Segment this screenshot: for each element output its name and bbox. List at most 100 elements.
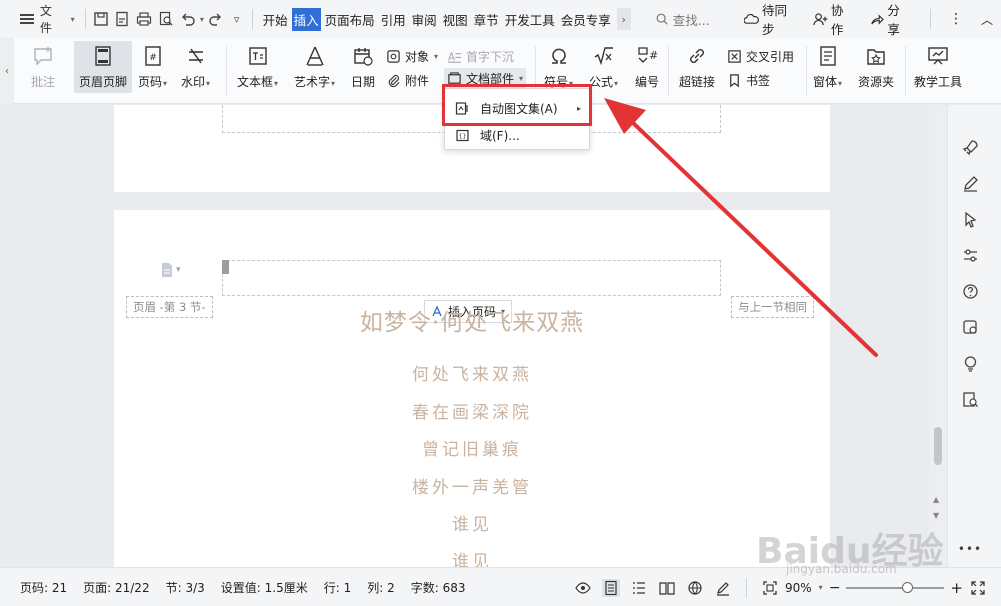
export-pdf-icon[interactable] (112, 6, 134, 32)
divider (226, 46, 227, 96)
attachment-button[interactable]: 附件 (386, 70, 429, 90)
status-setting[interactable]: 设置值: 1.5厘米 (221, 579, 308, 596)
zoom-dropdown-icon[interactable]: ▾ (819, 583, 823, 592)
document-canvas[interactable]: ▾ 页眉 -第 3 节- 插入页码 ▾ 与上一节相同 如梦令·何处飞来双燕 何处… (0, 105, 947, 567)
search-icon (656, 13, 668, 25)
zoom-out-icon[interactable]: − (829, 580, 841, 596)
comment-button[interactable]: 批注 (30, 43, 56, 90)
tab-view[interactable]: 视图 (441, 8, 470, 31)
ribbon-scroll-left-icon[interactable]: ‹ (0, 38, 14, 104)
drop-cap-label: 首字下沉 (466, 49, 515, 64)
fit-page-icon[interactable] (761, 579, 779, 597)
pointer-icon[interactable] (960, 209, 980, 229)
scroll-up-icon[interactable]: ▲ (933, 495, 939, 504)
form-icon (819, 46, 836, 66)
share-button[interactable]: 分享 (870, 0, 913, 38)
resources-button[interactable]: 资源夹 (858, 43, 894, 90)
status-pages[interactable]: 页面: 21/22 (83, 579, 149, 596)
divider (930, 9, 931, 29)
hamburger-icon (20, 14, 34, 24)
status-row[interactable]: 行: 1 (324, 579, 352, 596)
numbering-icon: # (638, 47, 658, 63)
redo-icon[interactable] (204, 6, 226, 32)
zoom-in-icon[interactable]: + (950, 579, 963, 597)
status-section[interactable]: 节: 3/3 (166, 579, 205, 596)
paperclip-icon (388, 74, 400, 87)
tab-references[interactable]: 引用 (379, 8, 408, 31)
sliders-icon[interactable] (960, 245, 980, 265)
doc-options-icon[interactable]: ▾ (160, 262, 181, 278)
page-number-icon: # (144, 46, 161, 66)
sync-label: 待同步 (761, 3, 787, 37)
comment-label: 批注 (30, 75, 55, 89)
doc-review-icon[interactable] (960, 389, 980, 409)
watermark-button[interactable]: 水印▾ (181, 43, 210, 90)
sync-button[interactable]: 待同步 (744, 0, 799, 38)
form-button[interactable]: 窗体▾ (813, 43, 842, 90)
date-button[interactable]: 日期 (350, 43, 376, 90)
vertical-scrollbar[interactable]: ▲ ▼ (929, 105, 947, 567)
outline-view-icon[interactable] (630, 579, 648, 597)
scroll-down-icon[interactable]: ▼ (933, 511, 939, 520)
divider (746, 577, 747, 598)
teaching-tools-button[interactable]: 教学工具 (914, 43, 962, 90)
hyperlink-button[interactable]: 超链接 (679, 43, 715, 90)
scrollbar-thumb[interactable] (934, 427, 942, 465)
fullscreen-icon[interactable] (969, 579, 987, 597)
collab-button[interactable]: 协作 (813, 0, 856, 38)
object-button[interactable]: 对象 ▾ (386, 46, 438, 66)
symbol-button[interactable]: 符号▾ (544, 43, 573, 90)
tab-home[interactable]: 开始 (261, 8, 290, 31)
textbox-label: 文本框 (237, 75, 274, 89)
tab-member[interactable]: 会员专享 (559, 8, 613, 31)
image-search-icon[interactable] (960, 317, 980, 337)
tab-insert[interactable]: 插入 (291, 7, 321, 31)
status-word-count[interactable]: 字数: 683 (411, 579, 466, 596)
divider (251, 9, 253, 29)
zoom-control: 90% ▾ − + (761, 579, 987, 597)
undo-icon[interactable] (177, 6, 199, 32)
tab-developer[interactable]: 开发工具 (503, 8, 557, 31)
header-footer-button[interactable]: 页眉页脚 (74, 41, 132, 93)
tab-section[interactable]: 章节 (472, 8, 501, 31)
customize-toolbar-icon[interactable]: ▿ (226, 6, 248, 32)
more-options-icon[interactable]: ⋮ (949, 11, 963, 27)
watermark-icon (188, 48, 203, 64)
print-preview-icon[interactable] (155, 6, 177, 32)
cross-ref-button[interactable]: 交叉引用 (727, 46, 794, 66)
formula-button[interactable]: 公式▾ (589, 43, 618, 90)
status-col[interactable]: 列: 2 (367, 579, 395, 596)
zoom-slider-handle[interactable] (902, 581, 914, 593)
wordart-button[interactable]: 艺术字▾ (294, 43, 335, 90)
eye-icon[interactable] (574, 579, 592, 597)
save-icon[interactable] (90, 6, 112, 32)
page-view-icon[interactable] (602, 578, 620, 597)
more-tabs-icon[interactable]: › (616, 8, 631, 30)
page-number-button[interactable]: # 页码▾ (138, 43, 167, 90)
tab-review[interactable]: 审阅 (410, 8, 439, 31)
file-menu[interactable]: 文件 ▾ (14, 4, 81, 35)
textbox-button[interactable]: 文本框▾ (237, 43, 278, 90)
pen-icon[interactable] (960, 173, 980, 193)
status-page-code[interactable]: 页码: 21 (20, 579, 67, 596)
print-icon[interactable] (133, 6, 155, 32)
wordart-label: 艺术字 (294, 75, 331, 89)
tab-page-layout[interactable]: 页面布局 (323, 8, 377, 31)
svg-text:A: A (448, 51, 455, 63)
header-footer-icon (95, 46, 111, 66)
drop-cap-button[interactable]: A 首字下沉 (447, 46, 514, 66)
reading-view-icon[interactable] (658, 579, 676, 597)
write-view-icon[interactable] (714, 579, 732, 597)
zoom-level[interactable]: 90% (785, 581, 812, 595)
numbering-button[interactable]: # 编号 (634, 43, 660, 90)
header-edit-area[interactable] (222, 260, 721, 296)
lightbulb-icon[interactable] (960, 353, 980, 373)
help-icon[interactable] (960, 281, 980, 301)
bookmark-button[interactable]: 书签 (727, 70, 770, 90)
more-tools-icon[interactable]: ••• (958, 539, 981, 559)
zoom-slider[interactable] (846, 581, 945, 593)
web-view-icon[interactable] (686, 579, 704, 597)
collapse-ribbon-icon[interactable]: ︿ (981, 11, 993, 28)
rocket-icon[interactable] (960, 137, 980, 157)
search-input[interactable]: 查找... (655, 10, 744, 29)
